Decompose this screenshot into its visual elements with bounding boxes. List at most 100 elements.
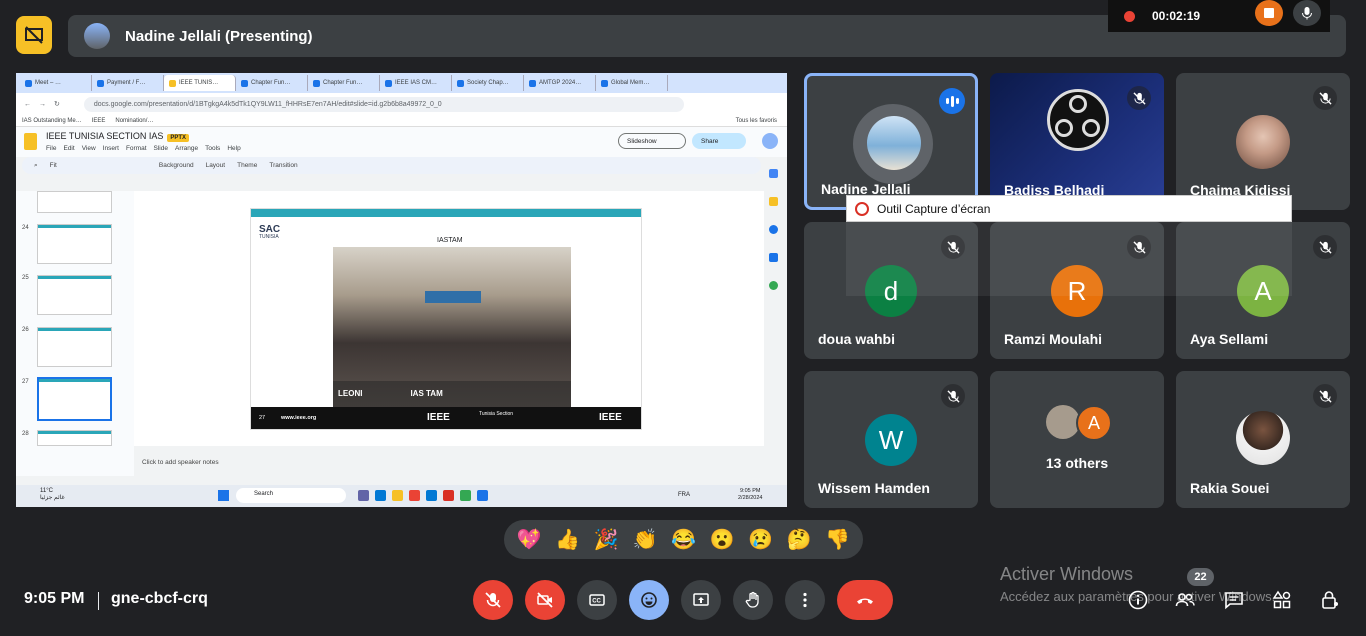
slide-thumbnail[interactable] [37, 430, 112, 446]
app-icon[interactable] [477, 490, 488, 501]
slide-thumbnail[interactable] [37, 191, 112, 213]
slide-thumbnail[interactable] [37, 275, 112, 315]
participant-tile[interactable]: Rakia Souei [1176, 371, 1350, 508]
background-button[interactable]: Background [159, 162, 194, 169]
taskbar-clock[interactable]: 9:05 PM 2/28/2024 [738, 488, 762, 502]
current-slide[interactable]: SAC TUNISIA IASTAM LEONI IAS TAM 27 www.ie… [250, 208, 642, 430]
menu-tools[interactable]: Tools [205, 145, 220, 152]
tasks-icon[interactable] [769, 225, 778, 234]
browser-tab[interactable]: Chapter Fun… [308, 75, 380, 91]
browser-tab[interactable]: IEEE IAS CM… [380, 75, 452, 91]
slide-thumbnail[interactable] [37, 224, 112, 264]
speaker-notes[interactable]: Click to add speaker notes [136, 452, 750, 472]
menu-edit[interactable]: Edit [63, 145, 74, 152]
opera-icon[interactable] [443, 490, 454, 501]
present-button[interactable] [681, 580, 721, 620]
participant-name: Rakia Souei [1190, 480, 1270, 496]
teams-icon[interactable] [358, 490, 369, 501]
chat-button[interactable] [1222, 588, 1246, 612]
reaction-sad[interactable]: 😢 [746, 527, 776, 552]
reaction-party[interactable]: 🎉 [591, 527, 621, 552]
browser-tab[interactable]: Payment / F… [92, 75, 164, 91]
tab-favicon-icon [97, 79, 104, 87]
activities-button[interactable] [1270, 588, 1294, 612]
others-tile[interactable]: A 13 others [990, 371, 1164, 508]
camera-button[interactable] [525, 580, 565, 620]
tab-favicon-icon [529, 79, 536, 87]
stop-recording-button[interactable] [1255, 0, 1283, 26]
menu-slide[interactable]: Slide [154, 145, 168, 152]
browser-tab[interactable]: Global Mem… [596, 75, 668, 91]
maps-icon[interactable] [769, 281, 778, 290]
microphone-button[interactable] [473, 580, 513, 620]
slide-thumbnail-selected[interactable] [37, 377, 112, 421]
back-icon[interactable]: ← [24, 101, 31, 108]
reaction-joy[interactable]: 😂 [668, 527, 698, 552]
presentation-icon[interactable] [16, 16, 52, 54]
slides-logo-icon[interactable] [24, 133, 37, 150]
slide-thumbnail[interactable] [37, 327, 112, 367]
url-field[interactable]: docs.google.com/presentation/d/1BTgkgA4k… [83, 96, 684, 112]
chrome-icon[interactable] [409, 490, 420, 501]
reaction-thinking[interactable]: 🤔 [784, 527, 814, 552]
slideshow-button[interactable]: Slideshow [618, 133, 686, 149]
edge-icon[interactable] [375, 490, 386, 501]
participant-tile[interactable]: Badiss Belhadj [990, 73, 1164, 210]
layout-button[interactable]: Layout [206, 162, 226, 169]
reaction-thumbs-up[interactable]: 👍 [553, 527, 583, 552]
reaction-thumbs-down[interactable]: 👎 [823, 527, 853, 552]
meeting-details-button[interactable] [1126, 588, 1150, 612]
bookmark-item[interactable]: IEEE [92, 118, 106, 124]
all-bookmarks[interactable]: Tous les favoris [736, 118, 777, 124]
zoom-select[interactable]: Fit [50, 162, 57, 169]
leave-call-button[interactable] [837, 580, 893, 620]
browser-tab[interactable]: Meet – … [20, 75, 92, 91]
weather-widget[interactable]: 11°C غائم جزئيا [40, 488, 65, 502]
doc-title[interactable]: IEEE TUNISIA SECTION IAS PPTX [46, 131, 190, 142]
menu-view[interactable]: View [82, 145, 96, 152]
menu-arrange[interactable]: Arrange [175, 145, 198, 152]
reaction-clap[interactable]: 👏 [630, 527, 660, 552]
account-avatar[interactable] [762, 133, 778, 149]
recorder-mic-button[interactable] [1293, 0, 1321, 26]
menu-help[interactable]: Help [227, 145, 240, 152]
theme-button[interactable]: Theme [237, 162, 257, 169]
menu-file[interactable]: File [46, 145, 56, 152]
transition-button[interactable]: Transition [269, 162, 297, 169]
slide-number: 27 [22, 379, 29, 385]
participant-tile[interactable]: Nadine Jellali [804, 73, 978, 210]
bookmark-item[interactable]: Nomination/… [115, 118, 153, 124]
more-options-button[interactable] [785, 580, 825, 620]
language-indicator[interactable]: FRA [678, 492, 690, 498]
keep-icon[interactable] [769, 197, 778, 206]
taskbar-search[interactable]: Search [236, 488, 346, 503]
calendar-icon[interactable] [769, 169, 778, 178]
share-button[interactable]: Share [692, 133, 746, 149]
chrome-icon[interactable] [460, 490, 471, 501]
captions-button[interactable]: CC [577, 580, 617, 620]
reload-icon[interactable]: ↻ [54, 100, 60, 108]
browser-tab[interactable]: AMTGP 2024… [524, 75, 596, 91]
host-controls-button[interactable] [1318, 588, 1342, 612]
contacts-icon[interactable] [769, 253, 778, 262]
bookmark-item[interactable]: IAS Outstanding Me… [22, 118, 82, 124]
menu-insert[interactable]: Insert [103, 145, 119, 152]
muted-mic-icon [1313, 86, 1337, 110]
browser-tab[interactable]: Chapter Fun… [236, 75, 308, 91]
people-button[interactable] [1173, 588, 1197, 612]
emoji-reactions-button[interactable] [629, 580, 669, 620]
raise-hand-button[interactable] [733, 580, 773, 620]
reaction-surprised[interactable]: 😮 [707, 527, 737, 552]
reaction-sparkling-heart[interactable]: 💖 [514, 527, 544, 552]
mail-icon[interactable] [426, 490, 437, 501]
menu-format[interactable]: Format [126, 145, 147, 152]
participant-tile[interactable]: W Wissem Hamden [804, 371, 978, 508]
browser-tab-active[interactable]: IEEE TUNIS… [164, 75, 236, 91]
windows-start-icon[interactable] [218, 490, 229, 501]
reactions-bar: 💖 👍 🎉 👏 😂 😮 😢 🤔 👎 [504, 520, 863, 559]
browser-tab[interactable]: Society Chap… [452, 75, 524, 91]
forward-icon[interactable]: → [39, 101, 46, 108]
participant-tile[interactable]: Chaima Kidissi [1176, 73, 1350, 210]
search-icon[interactable]: ⌕ [34, 162, 38, 170]
folder-icon[interactable] [392, 490, 403, 501]
